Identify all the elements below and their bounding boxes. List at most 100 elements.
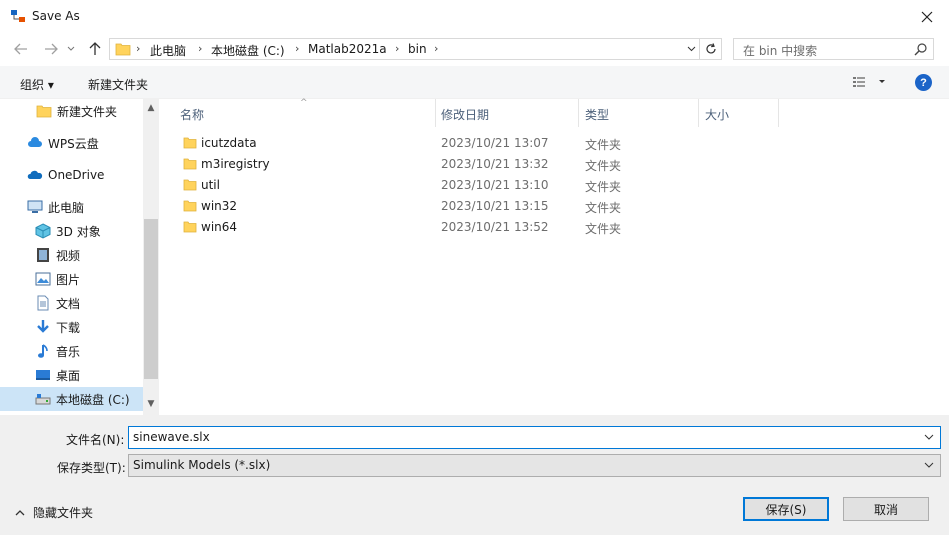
filename-label: 文件名(N): [66, 433, 125, 447]
file-row[interactable]: win32 2023/10/21 13:15 文件夹 [161, 196, 761, 217]
file-name: m3iregistry [201, 157, 270, 171]
nav-item-label: 桌面 [56, 368, 81, 383]
refresh-button[interactable] [700, 38, 722, 60]
column-divider[interactable] [698, 99, 699, 127]
folder-icon [183, 199, 197, 216]
column-divider[interactable] [435, 99, 436, 127]
file-list: ^ 名称 修改日期 类型 大小 icutzdata 2023/10/21 13:… [161, 98, 949, 415]
nav-item-videos[interactable]: 视频 [0, 243, 143, 267]
nav-item-onedrive[interactable]: OneDrive [0, 163, 143, 187]
file-row[interactable]: icutzdata 2023/10/21 13:07 文件夹 [161, 133, 761, 154]
hide-folders-label: 隐藏文件夹 [33, 506, 94, 520]
nav-item-documents[interactable]: 文档 [0, 291, 143, 315]
file-row[interactable]: util 2023/10/21 13:10 文件夹 [161, 175, 761, 196]
breadcrumb-matlab[interactable]: Matlab2021a [308, 42, 387, 56]
onedrive-icon [27, 167, 43, 183]
nav-item-label: WPS云盘 [48, 136, 99, 151]
column-header-type[interactable]: 类型 [585, 106, 609, 123]
hide-folders-toggle[interactable]: 隐藏文件夹 [14, 504, 93, 521]
filetype-dropdown-button[interactable] [924, 458, 934, 475]
navigation-scrollbar[interactable]: ▲ ▼ [143, 99, 159, 415]
nav-item-pictures[interactable]: 图片 [0, 267, 143, 291]
breadcrumb-separator: › [295, 42, 300, 55]
save-form: 文件名(N): sinewave.slx 保存类型(T): Simulink M… [0, 415, 949, 535]
column-divider[interactable] [778, 99, 779, 127]
nav-item-desktop[interactable]: 桌面 [0, 363, 143, 387]
column-header-date[interactable]: 修改日期 [441, 106, 489, 123]
breadcrumb-separator: › [136, 42, 141, 55]
organize-button[interactable]: 组织 ▾ [20, 76, 54, 93]
filename-field[interactable]: sinewave.slx [128, 426, 941, 449]
navigation-pane: 新建文件夹 WPS云盘 OneDrive 此电脑 3D 对象 视频 图片 文档 … [0, 99, 159, 415]
forward-button[interactable] [42, 41, 60, 57]
nav-item-label: 3D 对象 [56, 224, 101, 239]
breadcrumb-local-disk[interactable]: 本地磁盘 (C:) [211, 42, 285, 59]
folder-icon [183, 136, 197, 153]
search-input[interactable]: 在 bin 中搜索 [733, 38, 934, 60]
command-bar: 组织 ▾ 新建文件夹 ? [0, 66, 949, 99]
navigation-row: › 此电脑 › 本地磁盘 (C:) › Matlab2021a › bin › … [0, 34, 949, 64]
nav-item-wps-cloud[interactable]: WPS云盘 [0, 131, 143, 155]
forward-arrow-icon [45, 43, 58, 55]
nav-item-downloads[interactable]: 下载 [0, 315, 143, 339]
filetype-select[interactable]: Simulink Models (*.slx) [128, 454, 941, 477]
filename-dropdown-button[interactable] [924, 430, 934, 447]
breadcrumb-bin[interactable]: bin [408, 42, 427, 56]
change-view-button[interactable] [852, 75, 888, 92]
scroll-down-button[interactable]: ▼ [143, 397, 159, 411]
cancel-button[interactable]: 取消 [843, 497, 929, 521]
file-date: 2023/10/21 13:07 [441, 136, 549, 150]
nav-item-music[interactable]: 音乐 [0, 339, 143, 363]
file-date: 2023/10/21 13:10 [441, 178, 549, 192]
breadcrumb-this-pc[interactable]: 此电脑 [150, 42, 186, 59]
close-icon [921, 11, 933, 23]
address-dropdown-button[interactable] [684, 41, 698, 57]
nav-item-label: 下载 [56, 320, 81, 335]
nav-item-label: 新建文件夹 [57, 104, 118, 119]
file-name: win64 [201, 220, 238, 234]
new-folder-button[interactable]: 新建文件夹 [88, 76, 148, 93]
folder-icon [115, 41, 131, 60]
window-title: Save As [32, 9, 80, 23]
file-type: 文件夹 [585, 159, 622, 173]
cloud-icon [27, 135, 43, 151]
nav-item-label: 本地磁盘 (C:) [56, 392, 130, 407]
file-row[interactable]: win64 2023/10/21 13:52 文件夹 [161, 217, 761, 238]
save-button[interactable]: 保存(S) [743, 497, 829, 521]
chevron-down-icon [687, 46, 695, 52]
file-name: win32 [201, 199, 238, 213]
folder-icon [36, 103, 52, 119]
nav-item-label: 此电脑 [48, 200, 85, 215]
scrollbar-thumb[interactable] [144, 219, 158, 379]
folder-icon [183, 157, 197, 174]
file-row[interactable]: m3iregistry 2023/10/21 13:32 文件夹 [161, 154, 761, 175]
help-icon: ? [920, 76, 927, 89]
nav-item-label: OneDrive [48, 168, 105, 182]
scroll-up-button[interactable]: ▲ [143, 101, 159, 115]
search-icon [914, 42, 928, 59]
filename-value[interactable]: sinewave.slx [133, 430, 210, 444]
back-button[interactable] [12, 41, 30, 57]
nav-item-this-pc[interactable]: 此电脑 [0, 195, 143, 219]
address-bar[interactable]: › 此电脑 › 本地磁盘 (C:) › Matlab2021a › bin › [109, 38, 700, 60]
column-header-size[interactable]: 大小 [705, 106, 729, 123]
close-button[interactable] [914, 6, 940, 28]
column-header-name[interactable]: 名称 [180, 106, 204, 123]
video-icon [35, 247, 51, 263]
filetype-label: 保存类型(T): [57, 461, 126, 475]
file-type: 文件夹 [585, 222, 622, 236]
column-divider[interactable] [578, 99, 579, 127]
file-type: 文件夹 [585, 138, 622, 152]
nav-item-3d-objects[interactable]: 3D 对象 [0, 219, 143, 243]
help-button[interactable]: ? [915, 74, 932, 91]
nav-item-new-folder[interactable]: 新建文件夹 [0, 99, 143, 123]
app-icon [10, 8, 26, 24]
up-button[interactable] [86, 41, 104, 57]
chevron-down-icon [67, 46, 75, 51]
nav-item-label: 音乐 [56, 344, 81, 359]
nav-item-local-disk[interactable]: 本地磁盘 (C:) [0, 387, 143, 411]
file-type: 文件夹 [585, 201, 622, 215]
recent-locations-button[interactable] [64, 41, 78, 57]
breadcrumb-separator: › [434, 42, 439, 55]
desktop-icon [35, 367, 51, 383]
